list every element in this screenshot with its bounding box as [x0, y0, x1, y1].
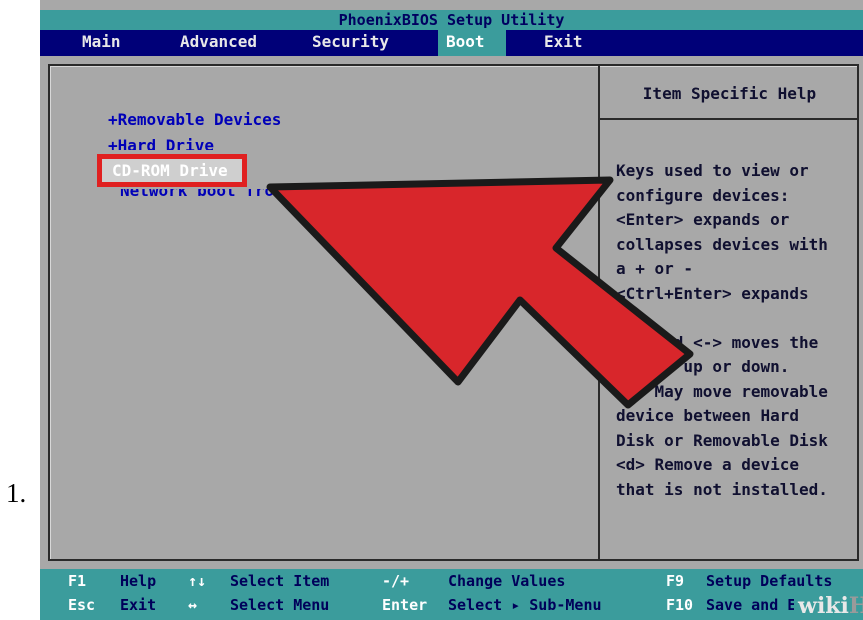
red-pointer-arrow-icon — [266, 176, 694, 409]
